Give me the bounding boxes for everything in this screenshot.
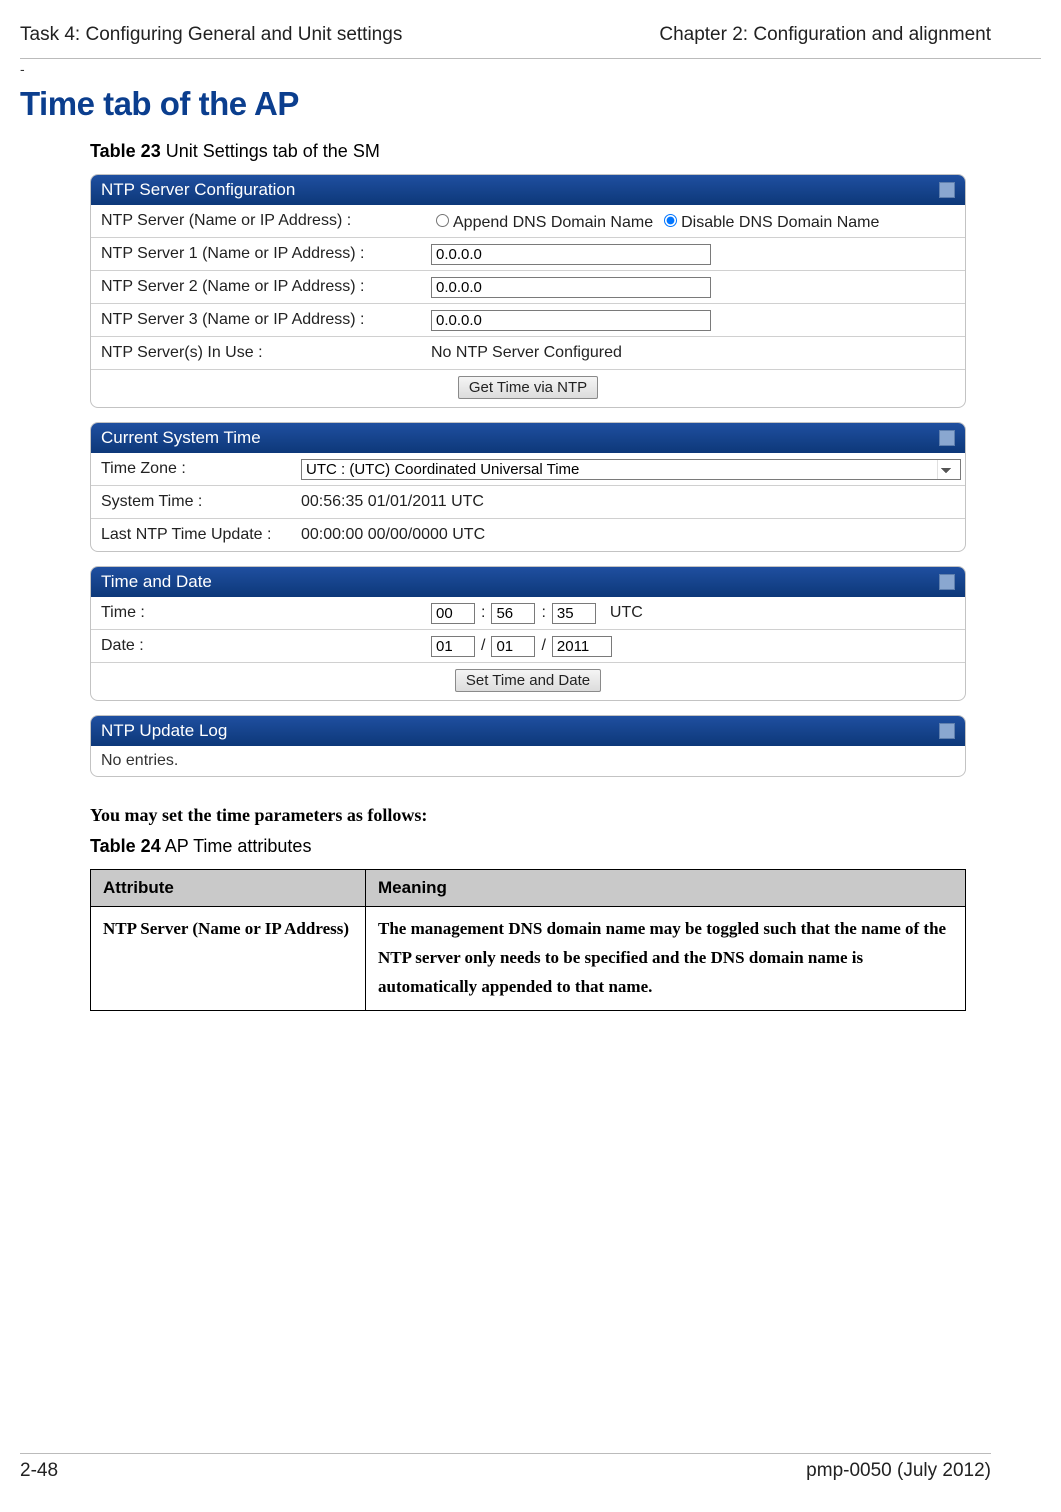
footer-divider: [20, 1453, 991, 1454]
ntp-config-panel: NTP Server Configuration NTP Server (Nam…: [90, 174, 966, 408]
slash1: /: [481, 637, 485, 655]
tz-row: Time Zone : UTC : (UTC) Coordinated Univ…: [91, 453, 965, 485]
date-y-input[interactable]: [552, 636, 612, 657]
get-time-ntp-button[interactable]: Get Time via NTP: [458, 376, 598, 399]
collapse-icon[interactable]: [939, 430, 955, 446]
collapse-icon[interactable]: [939, 574, 955, 590]
ntp-server2-row: NTP Server 2 (Name or IP Address) :: [91, 270, 965, 303]
section-title: Time tab of the AP: [20, 85, 1061, 123]
ntp-dns-label: NTP Server (Name or IP Address) :: [101, 212, 431, 230]
date-label: Date :: [101, 637, 431, 655]
collapse-icon[interactable]: [939, 723, 955, 739]
table-row: NTP Server (Name or IP Address) The mana…: [91, 907, 966, 1011]
time-ss-input[interactable]: [552, 603, 596, 624]
collapse-icon[interactable]: [939, 182, 955, 198]
table23-caption-rest: Unit Settings tab of the SM: [161, 141, 380, 161]
table-header-row: Attribute Meaning: [91, 870, 966, 907]
ntp-server1-row: NTP Server 1 (Name or IP Address) :: [91, 237, 965, 270]
ntp-server1-label: NTP Server 1 (Name or IP Address) :: [101, 245, 431, 263]
attributes-table: Attribute Meaning NTP Server (Name or IP…: [90, 869, 966, 1011]
colon1: :: [481, 604, 485, 622]
ntp-log-header: NTP Update Log: [91, 716, 965, 746]
date-d-input[interactable]: [491, 636, 535, 657]
set-time-date-button[interactable]: Set Time and Date: [455, 669, 601, 692]
radio-disable-input[interactable]: [664, 214, 677, 227]
ntp-dns-row: NTP Server (Name or IP Address) : Append…: [91, 205, 965, 237]
ntp-log-text: No entries.: [91, 746, 965, 776]
ntp-inuse-row: NTP Server(s) In Use : No NTP Server Con…: [91, 336, 965, 369]
intro-text: You may set the time parameters as follo…: [90, 805, 1061, 826]
date-row: Date : / /: [91, 629, 965, 662]
header-right: Chapter 2: Configuration and alignment: [659, 24, 991, 46]
lastupd-row: Last NTP Time Update : 00:00:00 00/00/00…: [91, 518, 965, 551]
th-meaning: Meaning: [366, 870, 966, 907]
th-attribute: Attribute: [91, 870, 366, 907]
systime-label: System Time :: [101, 493, 301, 511]
ntp-config-header: NTP Server Configuration: [91, 175, 965, 205]
tz-label: Time Zone :: [101, 460, 301, 478]
ntp-server2-input[interactable]: [431, 277, 711, 298]
radio-disable[interactable]: Disable DNS Domain Name: [659, 211, 879, 232]
ntp-server1-input[interactable]: [431, 244, 711, 265]
table24-caption-rest: AP Time attributes: [161, 836, 312, 856]
table24-caption-bold: Table 24: [90, 836, 161, 856]
radio-append-label: Append DNS Domain Name: [453, 214, 653, 231]
table23-caption: Table 23 Unit Settings tab of the SM: [90, 141, 1061, 162]
systime-value: 00:56:35 01/01/2011 UTC: [301, 493, 955, 511]
time-date-title: Time and Date: [101, 572, 212, 592]
colon2: :: [541, 604, 545, 622]
lastupd-label: Last NTP Time Update :: [101, 526, 301, 544]
td-attribute: NTP Server (Name or IP Address): [91, 907, 366, 1011]
ntp-server3-label: NTP Server 3 (Name or IP Address) :: [101, 311, 431, 329]
time-hh-input[interactable]: [431, 603, 475, 624]
time-suffix: UTC: [610, 604, 643, 622]
ntp-inuse-value: No NTP Server Configured: [431, 344, 955, 362]
ntp-btn-row: Get Time via NTP: [91, 369, 965, 407]
ntp-inuse-label: NTP Server(s) In Use :: [101, 344, 431, 362]
table23-caption-bold: Table 23: [90, 141, 161, 161]
system-time-title: Current System Time: [101, 428, 261, 448]
slash2: /: [541, 637, 545, 655]
ntp-server3-input[interactable]: [431, 310, 711, 331]
lastupd-value: 00:00:00 00/00/0000 UTC: [301, 526, 955, 544]
header-divider: [20, 58, 1041, 59]
ntp-log-panel: NTP Update Log No entries.: [90, 715, 966, 777]
time-date-header: Time and Date: [91, 567, 965, 597]
system-time-header: Current System Time: [91, 423, 965, 453]
time-mm-input[interactable]: [491, 603, 535, 624]
ntp-server2-label: NTP Server 2 (Name or IP Address) :: [101, 278, 431, 296]
time-label: Time :: [101, 604, 431, 622]
ntp-config-title: NTP Server Configuration: [101, 180, 295, 200]
radio-disable-label: Disable DNS Domain Name: [681, 214, 879, 231]
date-m-input[interactable]: [431, 636, 475, 657]
system-time-panel: Current System Time Time Zone : UTC : (U…: [90, 422, 966, 552]
screenshot-figure: NTP Server Configuration NTP Server (Nam…: [90, 174, 966, 777]
radio-append-input[interactable]: [436, 214, 449, 227]
ntp-server3-row: NTP Server 3 (Name or IP Address) :: [91, 303, 965, 336]
systime-row: System Time : 00:56:35 01/01/2011 UTC: [91, 485, 965, 518]
ntp-log-title: NTP Update Log: [101, 721, 227, 741]
radio-append[interactable]: Append DNS Domain Name: [431, 211, 653, 232]
td-meaning: The management DNS domain name may be to…: [366, 907, 966, 1011]
time-row: Time : : : UTC: [91, 597, 965, 629]
footer-right: pmp-0050 (July 2012): [806, 1460, 991, 1482]
time-date-btn-row: Set Time and Date: [91, 662, 965, 700]
time-date-panel: Time and Date Time : : : UTC Date : / /: [90, 566, 966, 701]
header-left: Task 4: Configuring General and Unit set…: [20, 24, 402, 46]
table24-caption: Table 24 AP Time attributes: [90, 836, 1061, 857]
dash-marker: -: [0, 61, 1061, 77]
footer-left: 2-48: [20, 1460, 58, 1482]
tz-select[interactable]: UTC : (UTC) Coordinated Universal Time: [301, 459, 961, 480]
